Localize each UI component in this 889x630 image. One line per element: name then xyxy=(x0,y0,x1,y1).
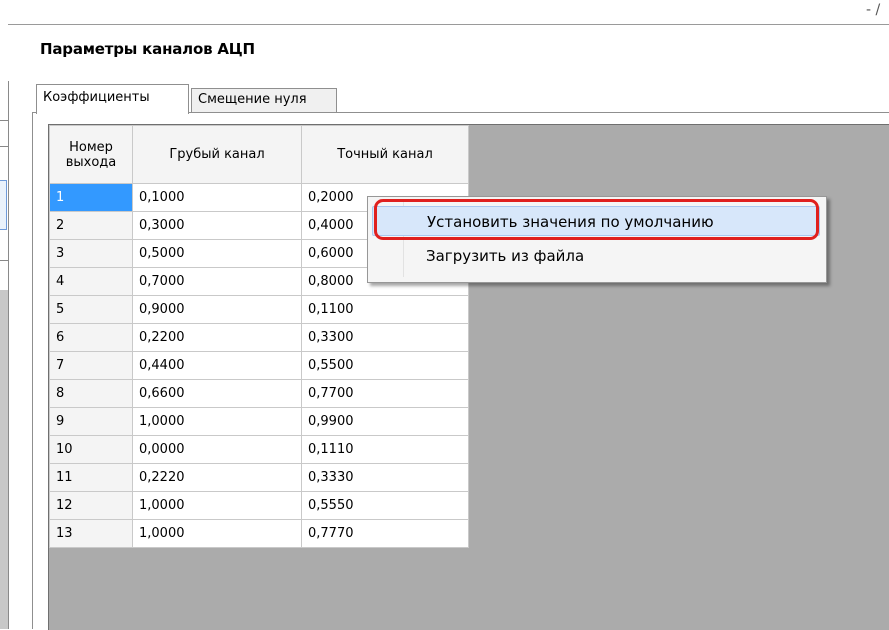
cell-fine-value[interactable]: 0,1100 xyxy=(301,295,469,324)
group-title: Параметры каналов АЦП xyxy=(40,40,255,58)
table-row[interactable]: 12 1,0000 0,5550 xyxy=(49,491,469,520)
left-panel-border xyxy=(8,81,9,629)
cell-fine-value[interactable]: 0,3300 xyxy=(301,323,469,352)
cell-output-number[interactable]: 11 xyxy=(49,463,133,492)
tab-coefficients[interactable]: Коэффициенты xyxy=(36,84,189,114)
table-row[interactable]: 5 0,9000 0,1100 xyxy=(49,295,469,324)
tab-zero-offset[interactable]: Смещение нуля xyxy=(191,88,337,112)
table-row[interactable]: 6 0,2200 0,3300 xyxy=(49,323,469,352)
cell-coarse-value[interactable]: 0,0000 xyxy=(132,435,302,464)
cell-output-number[interactable]: 4 xyxy=(49,267,133,296)
cell-output-number[interactable]: 6 xyxy=(49,323,133,352)
table-row[interactable]: 13 1,0000 0,7770 xyxy=(49,519,469,548)
cell-output-number[interactable]: 8 xyxy=(49,379,133,408)
cell-output-number[interactable]: 10 xyxy=(49,435,133,464)
cell-coarse-value[interactable]: 0,6600 xyxy=(132,379,302,408)
cell-coarse-value[interactable]: 0,1000 xyxy=(132,183,302,212)
left-panel-selected-item[interactable] xyxy=(0,180,7,230)
cell-fine-value[interactable]: 0,1110 xyxy=(301,435,469,464)
window-top-strip xyxy=(0,0,889,24)
left-panel-divider xyxy=(0,260,8,261)
cell-coarse-value[interactable]: 0,9000 xyxy=(132,295,302,324)
cell-coarse-value[interactable]: 0,2220 xyxy=(132,463,302,492)
cell-output-number[interactable]: 3 xyxy=(49,239,133,268)
column-header-coarse[interactable]: Грубый канал xyxy=(132,125,302,184)
cell-fine-value[interactable]: 0,3330 xyxy=(301,463,469,492)
left-panel-edge xyxy=(0,290,8,629)
annotation-highlight-box xyxy=(374,199,819,240)
left-panel-divider xyxy=(0,146,8,147)
table-row[interactable]: 11 0,2220 0,3330 xyxy=(49,463,469,492)
grid-header-row: Номер выхода Грубый канал Точный канал xyxy=(49,125,469,184)
cell-fine-value[interactable]: 0,5500 xyxy=(301,351,469,380)
cell-output-number[interactable]: 5 xyxy=(49,295,133,324)
table-row[interactable]: 9 1,0000 0,9900 xyxy=(49,407,469,436)
cell-coarse-value[interactable]: 0,7000 xyxy=(132,267,302,296)
cell-output-number[interactable]: 2 xyxy=(49,211,133,240)
column-header-fine[interactable]: Точный канал xyxy=(301,125,469,184)
top-divider xyxy=(8,24,889,25)
cell-coarse-value[interactable]: 1,0000 xyxy=(132,491,302,520)
cell-fine-value[interactable]: 0,9900 xyxy=(301,407,469,436)
cell-output-number[interactable]: 12 xyxy=(49,491,133,520)
cell-coarse-value[interactable]: 0,5000 xyxy=(132,239,302,268)
cell-fine-value[interactable]: 0,5550 xyxy=(301,491,469,520)
window-corner-mark: - / xyxy=(866,2,881,18)
cell-output-number[interactable]: 13 xyxy=(49,519,133,548)
cell-output-number[interactable]: 9 xyxy=(49,407,133,436)
table-row[interactable]: 10 0,0000 0,1110 xyxy=(49,435,469,464)
cell-output-number[interactable]: 1 xyxy=(49,183,133,212)
cell-output-number[interactable]: 7 xyxy=(49,351,133,380)
cell-coarse-value[interactable]: 0,2200 xyxy=(132,323,302,352)
coefficients-grid[interactable]: Номер выхода Грубый канал Точный канал 1… xyxy=(49,125,469,548)
table-row[interactable]: 7 0,4400 0,5500 xyxy=(49,351,469,380)
cell-coarse-value[interactable]: 1,0000 xyxy=(132,407,302,436)
table-row[interactable]: 8 0,6600 0,7700 xyxy=(49,379,469,408)
cell-coarse-value[interactable]: 1,0000 xyxy=(132,519,302,548)
left-panel-divider xyxy=(0,120,8,121)
cell-fine-value[interactable]: 0,7700 xyxy=(301,379,469,408)
menu-item-load-from-file[interactable]: Загрузить из файла xyxy=(372,241,820,271)
cell-coarse-value[interactable]: 0,4400 xyxy=(132,351,302,380)
column-header-number[interactable]: Номер выхода xyxy=(49,125,133,184)
cell-coarse-value[interactable]: 0,3000 xyxy=(132,211,302,240)
cell-fine-value[interactable]: 0,7770 xyxy=(301,519,469,548)
